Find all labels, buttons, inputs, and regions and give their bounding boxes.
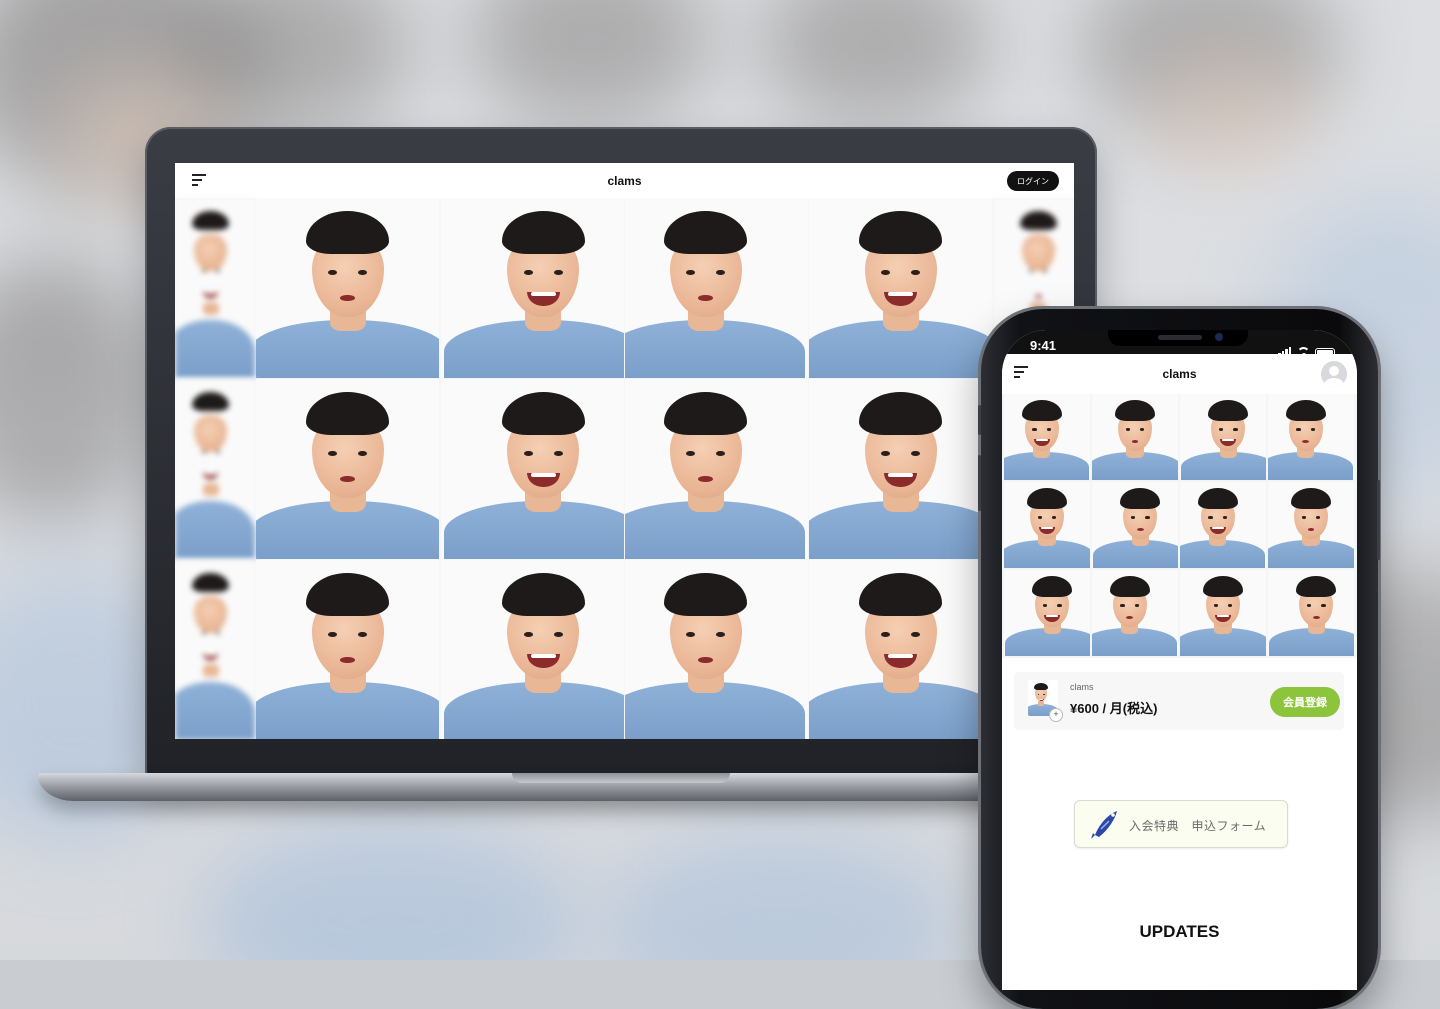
gallery-photo[interactable] bbox=[1092, 482, 1178, 568]
mobile-header: clams bbox=[1002, 354, 1357, 394]
gallery-photo[interactable] bbox=[809, 379, 992, 559]
gallery-photo[interactable] bbox=[1004, 394, 1090, 480]
gallery-photo[interactable] bbox=[256, 379, 439, 559]
gallery-photo bbox=[175, 379, 256, 559]
app-brand[interactable]: clams bbox=[1162, 367, 1196, 381]
plan-card: + clams ¥600 / 月(税込) 会員登録 bbox=[1014, 672, 1344, 730]
site-brand[interactable]: clams bbox=[607, 174, 641, 188]
join-button[interactable]: 会員登録 bbox=[1270, 687, 1340, 717]
gallery-photo[interactable] bbox=[625, 560, 808, 739]
gallery-photo[interactable] bbox=[1268, 570, 1354, 656]
plus-icon: + bbox=[1049, 708, 1063, 722]
gallery-photo[interactable] bbox=[809, 560, 992, 739]
gallery-photo[interactable] bbox=[1092, 394, 1178, 480]
desktop-header: clams ログイン bbox=[175, 163, 1074, 198]
gallery-photo[interactable] bbox=[1092, 570, 1178, 656]
gallery-photo[interactable] bbox=[1004, 482, 1090, 568]
login-button[interactable]: ログイン bbox=[1007, 171, 1059, 191]
gallery-photo[interactable] bbox=[256, 560, 439, 739]
plan-price: ¥600 / 月(税込) bbox=[1070, 701, 1158, 716]
photo-gallery bbox=[175, 198, 1074, 739]
updates-heading: UPDATES bbox=[1139, 922, 1220, 941]
photo-gallery-mobile bbox=[1002, 394, 1357, 658]
gallery-photo bbox=[175, 198, 256, 378]
gallery-photo[interactable] bbox=[625, 379, 808, 559]
menu-icon[interactable] bbox=[192, 174, 206, 188]
menu-icon[interactable] bbox=[1014, 366, 1028, 380]
laptop-notch bbox=[512, 773, 730, 783]
phone-screen: 9:41 clams + clams ¥600 / 月(税込) 会員登録 入会特… bbox=[1002, 330, 1357, 990]
gallery-photo[interactable] bbox=[441, 379, 624, 559]
fish-icon bbox=[1091, 811, 1117, 839]
gallery-photo[interactable] bbox=[1180, 394, 1266, 480]
gallery-photo[interactable] bbox=[1180, 482, 1266, 568]
gallery-photo[interactable] bbox=[1268, 394, 1354, 480]
gallery-photo bbox=[175, 560, 256, 739]
gallery-photo[interactable] bbox=[441, 560, 624, 739]
gallery-photo[interactable] bbox=[625, 198, 808, 378]
gallery-photo[interactable] bbox=[1004, 570, 1090, 656]
gallery-photo[interactable] bbox=[441, 198, 624, 378]
form-banner-label: 入会特典 申込フォーム bbox=[1129, 819, 1267, 833]
signup-form-banner[interactable]: 入会特典 申込フォーム bbox=[1074, 800, 1288, 848]
gallery-photo[interactable] bbox=[809, 198, 992, 378]
plan-name: clams bbox=[1070, 682, 1094, 692]
gallery-photo[interactable] bbox=[1180, 570, 1266, 656]
gallery-photo[interactable] bbox=[1268, 482, 1354, 568]
avatar-icon[interactable] bbox=[1321, 361, 1347, 387]
camera-icon bbox=[1215, 333, 1223, 341]
status-time: 9:41 bbox=[1030, 338, 1057, 353]
laptop-screen: clams ログイン bbox=[175, 163, 1074, 739]
gallery-photo[interactable] bbox=[256, 198, 439, 378]
